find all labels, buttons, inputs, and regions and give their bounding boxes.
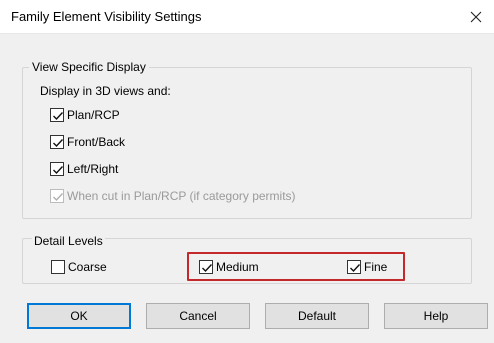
medium-label: Medium (216, 260, 259, 274)
help-button[interactable]: Help (384, 303, 488, 329)
checkmark-icon (53, 139, 64, 148)
close-button[interactable] (458, 0, 494, 34)
close-icon (470, 11, 482, 23)
checkmark-icon (53, 112, 64, 121)
when-cut-label: When cut in Plan/RCP (if category permit… (67, 189, 296, 203)
fine-checkbox-row[interactable]: Fine (347, 258, 387, 276)
view-specific-display-label: View Specific Display (29, 60, 149, 74)
front-back-label: Front/Back (67, 135, 126, 149)
medium-checkbox[interactable] (199, 260, 213, 274)
checkmark-icon (202, 264, 213, 273)
coarse-label: Coarse (68, 260, 107, 274)
when-cut-checkbox[interactable] (50, 189, 64, 203)
ok-button[interactable]: OK (27, 303, 131, 329)
dialog-title: Family Element Visibility Settings (11, 9, 202, 24)
fine-label: Fine (364, 260, 388, 274)
plan-rcp-checkbox-row[interactable]: Plan/RCP (50, 106, 120, 124)
coarse-checkbox-row[interactable]: Coarse (51, 258, 107, 276)
detail-levels-label: Detail Levels (32, 234, 105, 248)
plan-rcp-label: Plan/RCP (67, 108, 120, 122)
coarse-checkbox[interactable] (51, 260, 65, 274)
checkmark-icon (53, 193, 64, 202)
left-right-label: Left/Right (67, 162, 119, 176)
fine-checkbox[interactable] (347, 260, 361, 274)
left-right-checkbox-row[interactable]: Left/Right (50, 160, 118, 178)
display-in-3d-label: Display in 3D views and: (40, 84, 171, 98)
left-right-checkbox[interactable] (50, 162, 64, 176)
checkmark-icon (350, 264, 361, 273)
title-bar: Family Element Visibility Settings (0, 0, 494, 34)
plan-rcp-checkbox[interactable] (50, 108, 64, 122)
medium-checkbox-row[interactable]: Medium (199, 258, 259, 276)
cancel-button[interactable]: Cancel (146, 303, 250, 329)
checkmark-icon (53, 166, 64, 175)
front-back-checkbox[interactable] (50, 135, 64, 149)
front-back-checkbox-row[interactable]: Front/Back (50, 133, 125, 151)
when-cut-checkbox-row[interactable]: When cut in Plan/RCP (if category permit… (50, 187, 296, 205)
default-button[interactable]: Default (265, 303, 369, 329)
